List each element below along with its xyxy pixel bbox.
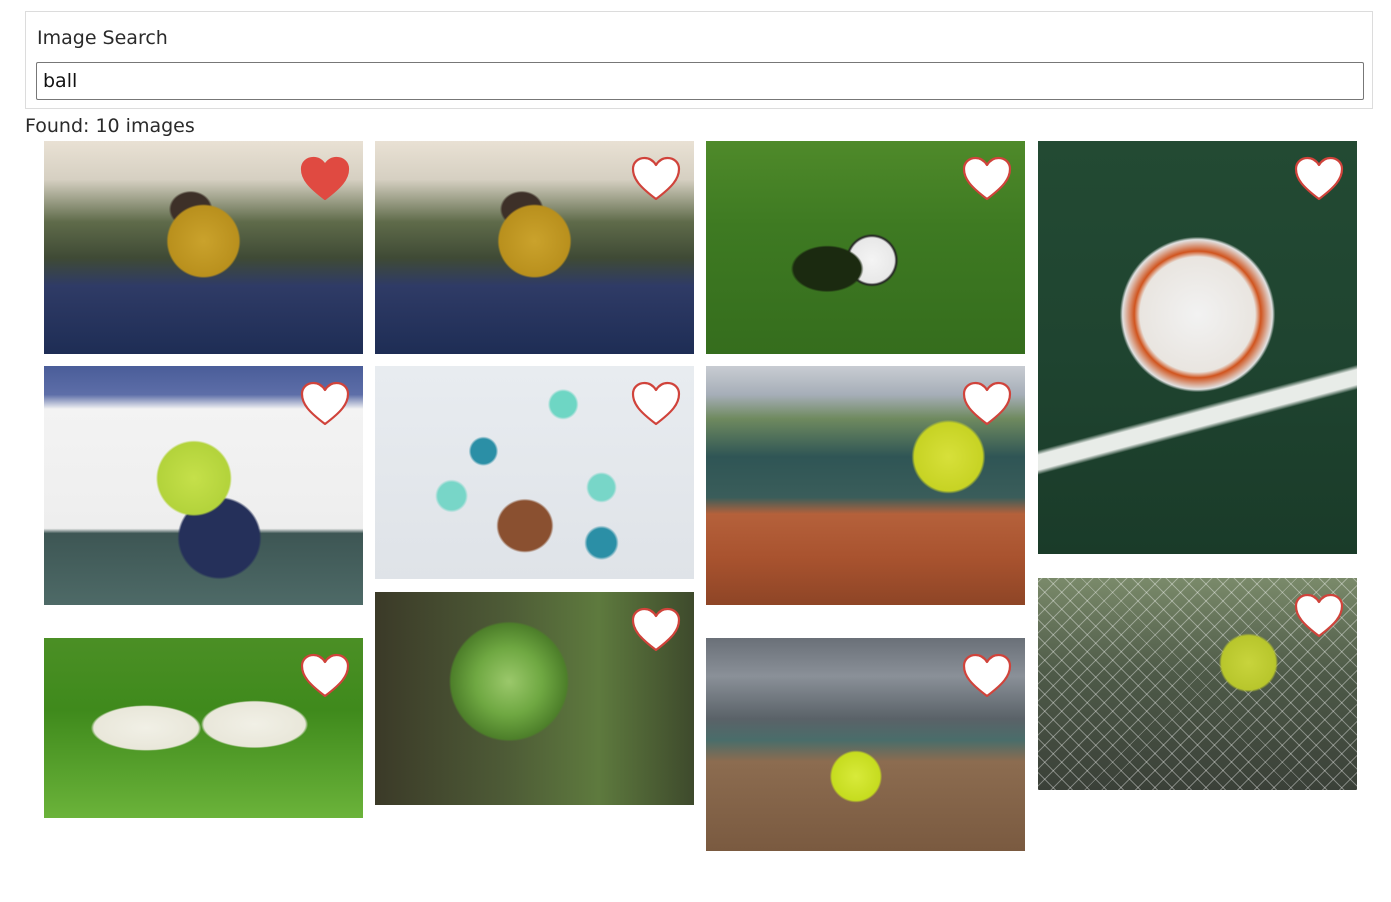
image-card[interactable] bbox=[375, 141, 694, 354]
image-card[interactable] bbox=[706, 366, 1025, 605]
favorite-heart-icon[interactable] bbox=[1293, 592, 1345, 640]
favorite-heart-icon[interactable] bbox=[299, 380, 351, 428]
favorite-heart-icon[interactable] bbox=[630, 380, 682, 428]
image-card[interactable] bbox=[375, 592, 694, 805]
favorite-heart-icon[interactable] bbox=[961, 652, 1013, 700]
image-card[interactable] bbox=[1038, 141, 1357, 554]
image-card[interactable] bbox=[44, 638, 363, 818]
search-title: Image Search bbox=[37, 27, 168, 49]
image-card[interactable] bbox=[706, 141, 1025, 354]
favorite-heart-icon[interactable] bbox=[630, 155, 682, 203]
image-card[interactable] bbox=[44, 141, 363, 354]
image-card[interactable] bbox=[706, 638, 1025, 851]
image-card[interactable] bbox=[375, 366, 694, 579]
favorite-heart-icon[interactable] bbox=[961, 155, 1013, 203]
image-card[interactable] bbox=[44, 366, 363, 605]
image-card[interactable] bbox=[1038, 578, 1357, 790]
search-input[interactable] bbox=[36, 62, 1364, 100]
favorite-heart-icon[interactable] bbox=[961, 380, 1013, 428]
favorite-heart-icon[interactable] bbox=[299, 155, 351, 203]
favorite-heart-icon[interactable] bbox=[630, 606, 682, 654]
results-count: Found: 10 images bbox=[25, 115, 195, 137]
favorite-heart-icon[interactable] bbox=[299, 652, 351, 700]
favorite-heart-icon[interactable] bbox=[1293, 155, 1345, 203]
search-panel: Image Search bbox=[25, 11, 1373, 109]
